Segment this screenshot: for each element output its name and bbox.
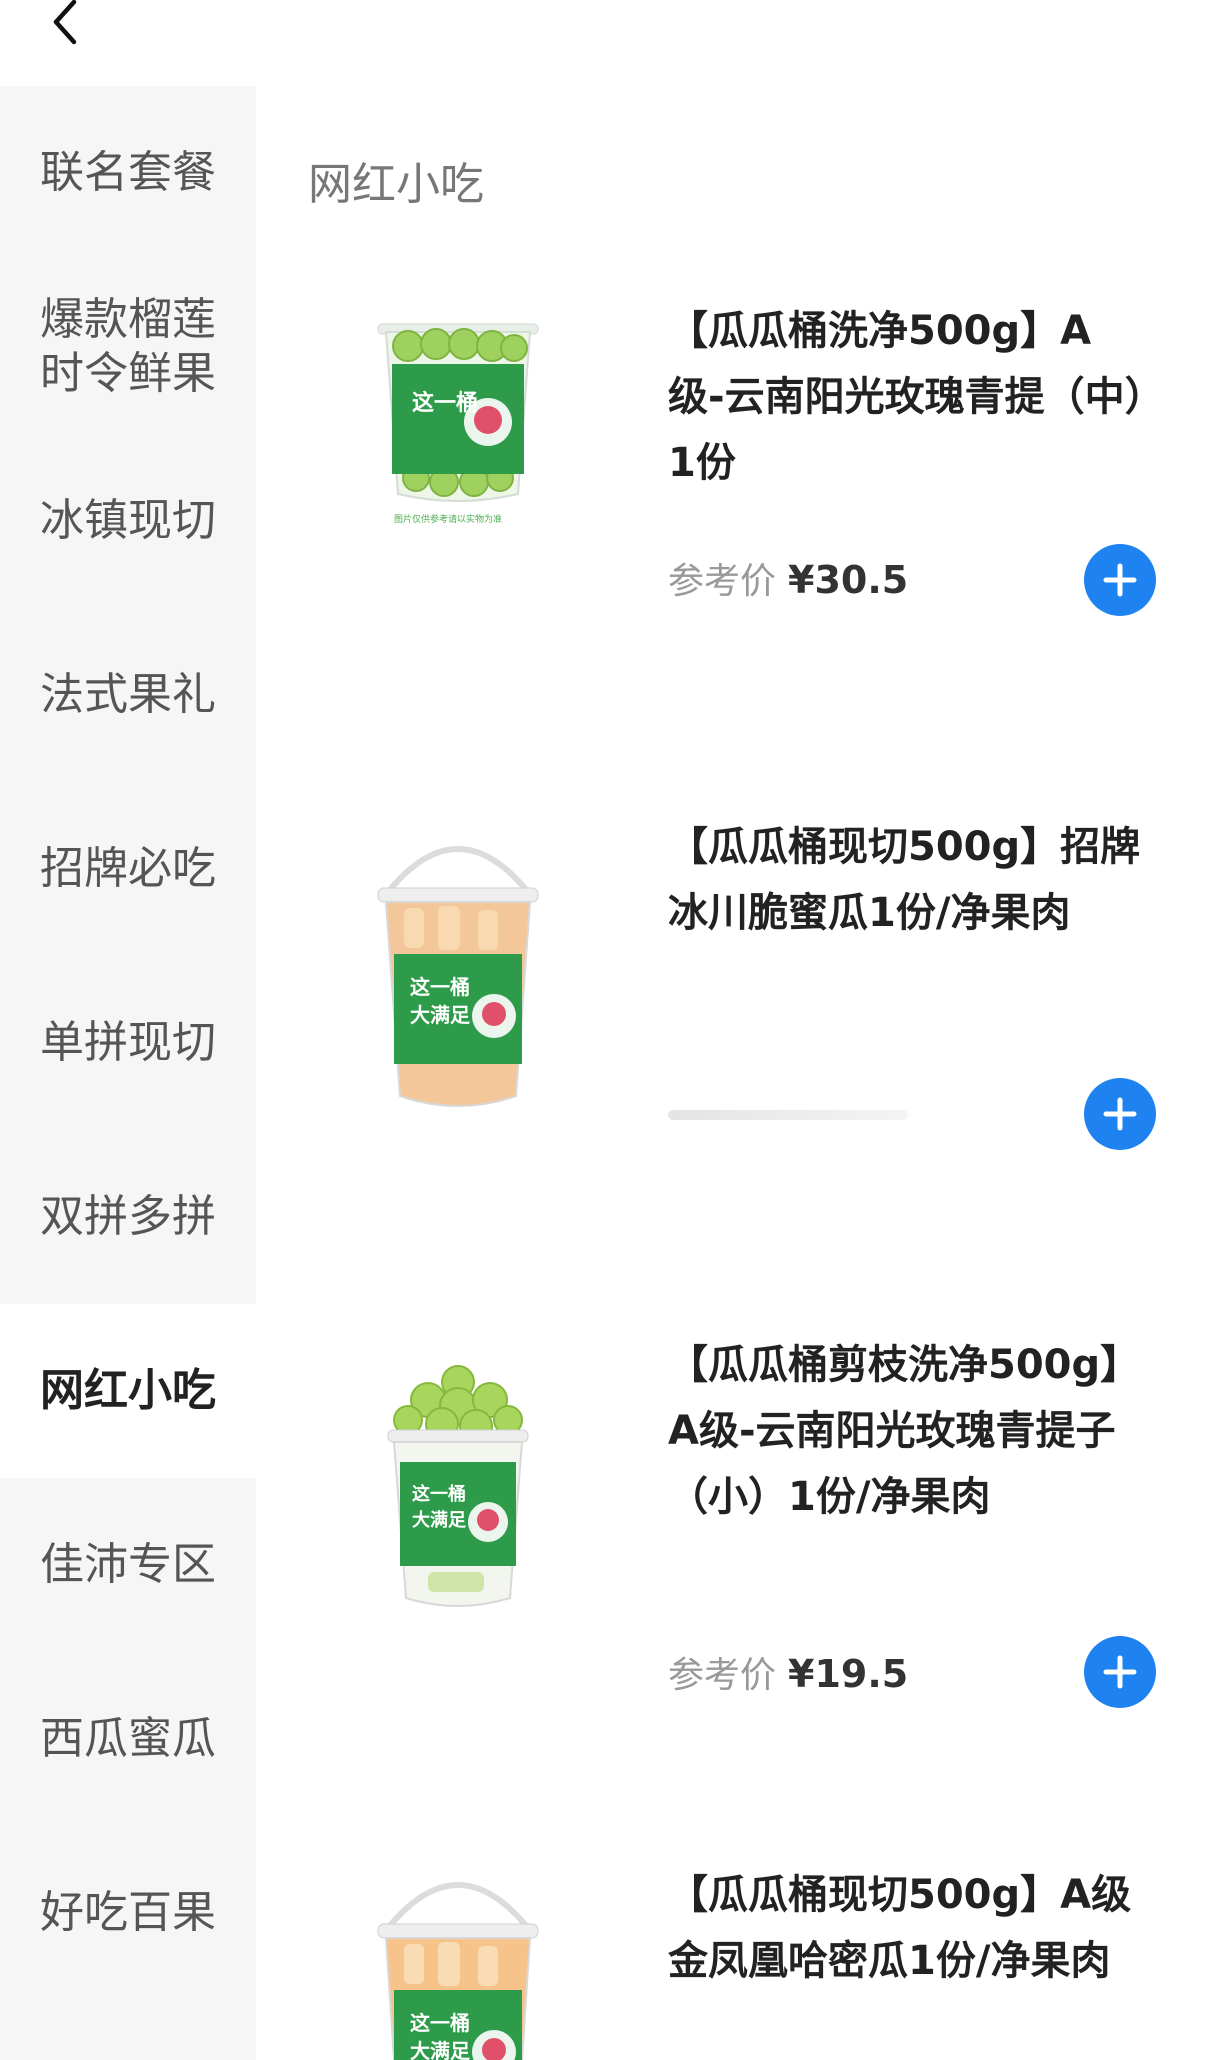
sidebar-item-label: 联名套餐 — [40, 147, 216, 198]
plus-icon — [1103, 563, 1137, 597]
svg-text:这一桶: 这一桶 — [410, 975, 470, 999]
product-name[interactable]: 【瓜瓜桶现切500g】A级金凤凰哈密瓜1份/净果肉 — [668, 1862, 1146, 1994]
melon-bucket-image[interactable]: 这一桶 大满足 — [308, 826, 608, 1126]
section-title: 网红小吃 — [308, 159, 484, 210]
category-sidebar: 联名套餐 爆款榴莲 时令鲜果 冰镇现切 法式果礼 招牌必吃 单拼现切 双拼多拼 … — [0, 86, 256, 2060]
price-label: 参考价 — [668, 1655, 777, 1696]
green-grape-bucket-image[interactable]: 这一桶 图片仅供参考请以实物为准 — [308, 282, 608, 582]
svg-text:大满足: 大满足 — [410, 2039, 471, 2060]
sidebar-item-iced-cut[interactable]: 冰镇现切 — [0, 434, 256, 608]
price-row: 参考价 ¥30.5 — [668, 552, 908, 604]
price-row: 参考价 ¥19.5 — [668, 1646, 908, 1698]
sidebar-item-mixed[interactable]: 双拼多拼 — [0, 1130, 256, 1304]
price-value: ¥30.5 — [788, 558, 909, 602]
sidebar-item-zespri[interactable]: 佳沛专区 — [0, 1478, 256, 1652]
price-value: ¥19.5 — [788, 1652, 909, 1696]
hami-melon-bucket-image[interactable]: 这一桶 大满足 — [308, 1862, 608, 2060]
product-name[interactable]: 【瓜瓜桶现切500g】招牌冰川脆蜜瓜1份/净果肉 — [668, 814, 1146, 946]
svg-text:图片仅供参考请以实物为准: 图片仅供参考请以实物为准 — [394, 513, 502, 525]
svg-text:大满足: 大满足 — [410, 1003, 471, 1027]
plus-icon — [1103, 1097, 1137, 1131]
product-card[interactable]: 这一桶 大满足 【瓜瓜桶现切500g】招牌冰川脆蜜瓜1份/净果肉 — [256, 792, 1206, 1302]
sidebar-item-label: 法式果礼 — [40, 669, 216, 720]
sidebar-item-label: 网红小吃 — [40, 1365, 216, 1416]
sidebar-item-durian[interactable]: 爆款榴莲 时令鲜果 — [0, 260, 256, 434]
top-bar — [0, 0, 1206, 86]
svg-text:这一桶: 这一桶 — [412, 1483, 466, 1505]
add-to-cart-button[interactable] — [1084, 1636, 1156, 1708]
product-name[interactable]: 【瓜瓜桶剪枝洗净500g】A级-云南阳光玫瑰青提子（小）1份/净果肉 — [668, 1332, 1146, 1530]
sidebar-item-label: 爆款榴莲 时令鲜果 — [40, 294, 216, 399]
svg-text:大满足: 大满足 — [412, 1509, 466, 1531]
grape-cup-image[interactable]: 这一桶 大满足 — [308, 1352, 608, 1652]
sidebar-item-single-cut[interactable]: 单拼现切 — [0, 956, 256, 1130]
product-card[interactable]: 这一桶 大满足 【瓜瓜桶剪枝洗净500g】A级-云南阳光玫瑰青提子（小）1份/净… — [256, 1302, 1206, 1842]
sidebar-item-label: 冰镇现切 — [40, 495, 216, 546]
chevron-left-icon[interactable] — [46, 0, 86, 48]
product-name[interactable]: 【瓜瓜桶洗净500g】A级-云南阳光玫瑰青提（中）1份 — [668, 298, 1146, 496]
sidebar-item-melons[interactable]: 西瓜蜜瓜 — [0, 1652, 256, 1826]
add-to-cart-button[interactable] — [1084, 1078, 1156, 1150]
sidebar-item-lianming[interactable]: 联名套餐 — [0, 86, 256, 260]
add-to-cart-button[interactable] — [1084, 544, 1156, 616]
product-list: 网红小吃 这一桶 图片仅供参考请以实物为准 【瓜瓜桶洗净500g】A级-云南阳光… — [256, 86, 1206, 2060]
svg-text:这一桶: 这一桶 — [410, 2011, 470, 2035]
product-card[interactable]: 这一桶 图片仅供参考请以实物为准 【瓜瓜桶洗净500g】A级-云南阳光玫瑰青提（… — [256, 282, 1206, 792]
sidebar-item-label: 西瓜蜜瓜 — [40, 1713, 216, 1764]
sidebar-item-snacks[interactable]: 网红小吃 — [0, 1304, 256, 1478]
sidebar-item-french-gift[interactable]: 法式果礼 — [0, 608, 256, 782]
plus-icon — [1103, 1655, 1137, 1689]
sidebar-item-label: 佳沛专区 — [40, 1539, 216, 1590]
sidebar-item-label: 招牌必吃 — [40, 843, 216, 894]
product-card[interactable]: 这一桶 大满足 【瓜瓜桶现切500g】A级金凤凰哈密瓜1份/净果肉 — [256, 1842, 1206, 2060]
price-loading-placeholder — [668, 1110, 908, 1120]
sidebar-item-label: 双拼多拼 — [40, 1191, 216, 1242]
sidebar-item-label: 单拼现切 — [40, 1017, 216, 1068]
sidebar-item-label: 好吃百果 — [40, 1887, 216, 1938]
sidebar-item-fruits[interactable]: 好吃百果 — [0, 1826, 256, 2000]
price-label: 参考价 — [668, 561, 777, 602]
sidebar-item-signature[interactable]: 招牌必吃 — [0, 782, 256, 956]
